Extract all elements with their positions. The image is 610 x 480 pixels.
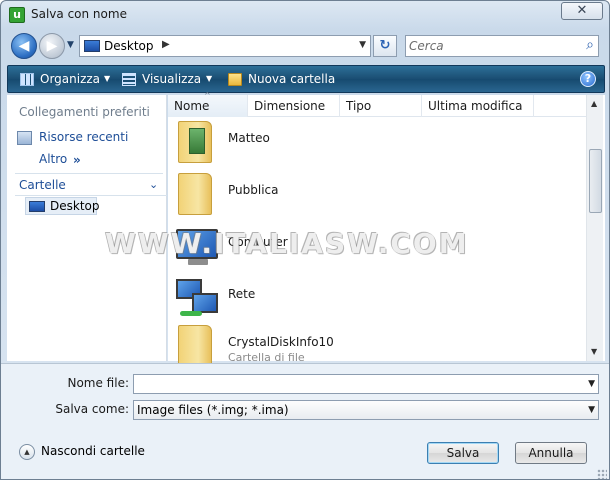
help-icon[interactable]: ? — [580, 71, 596, 87]
sort-ascending-icon: ^ — [204, 91, 211, 100]
desktop-icon — [29, 201, 45, 212]
favorites-heading: Collegamenti preferiti — [19, 105, 150, 119]
savetype-value: Image files (*.img; *.ima) — [137, 403, 289, 417]
sidebar-item-recent[interactable]: Risorse recenti — [39, 130, 128, 144]
watermark: WWW.ITALIASW.COM — [105, 227, 469, 260]
column-label: Nome — [174, 99, 210, 113]
column-size[interactable]: Dimensione — [248, 95, 340, 117]
more-chevron-icon[interactable]: » — [73, 153, 81, 167]
column-header: ^ Nome Dimensione Tipo Ultima modifica — [168, 91, 588, 117]
forward-button[interactable]: ▶ — [39, 33, 65, 59]
organize-dropdown-icon[interactable]: ▼ — [104, 74, 110, 83]
folder-icon — [178, 325, 212, 367]
title-bar: u Salva con nome ✕ — [1, 1, 609, 29]
item-name: Rete — [228, 287, 256, 301]
tree-item-desktop[interactable]: Desktop — [25, 197, 100, 215]
views-dropdown-icon[interactable]: ▼ — [206, 74, 212, 83]
desktop-icon — [84, 40, 100, 52]
scroll-down-icon[interactable]: ▼ — [591, 347, 597, 356]
new-folder-button[interactable]: Nuova cartella — [248, 72, 335, 86]
close-button[interactable]: ✕ — [561, 2, 603, 20]
list-item[interactable]: Pubblica — [174, 171, 574, 221]
divider — [15, 173, 163, 174]
organize-button[interactable]: Organizza — [40, 72, 100, 86]
save-as-dialog: u Salva con nome ✕ ◀ ▶ ▼ Desktop ▶ ▼ ↻ ⌕… — [0, 0, 610, 480]
search-input[interactable] — [409, 38, 573, 54]
views-button[interactable]: Visualizza — [142, 72, 201, 86]
item-name: Pubblica — [228, 183, 279, 197]
history-dropdown-icon[interactable]: ▼ — [67, 40, 74, 50]
filename-dropdown-icon[interactable]: ▼ — [588, 379, 595, 389]
back-button[interactable]: ◀ — [11, 33, 37, 59]
resize-grip[interactable] — [597, 469, 607, 479]
column-type[interactable]: Tipo — [340, 95, 422, 117]
filename-field[interactable]: ▼ — [133, 374, 599, 394]
refresh-button[interactable]: ↻ — [373, 35, 397, 57]
savetype-label: Salva come: — [55, 402, 129, 416]
user-folder-icon — [178, 121, 212, 163]
save-form: Nome file: ▼ Salva come: Image files (*.… — [1, 363, 609, 479]
breadcrumb-desktop[interactable]: Desktop — [104, 39, 154, 53]
search-box[interactable]: ⌕ — [405, 35, 599, 57]
breadcrumb-arrow-icon[interactable]: ▶ — [162, 39, 170, 50]
scroll-thumb[interactable] — [589, 149, 602, 213]
app-icon: u — [9, 7, 25, 23]
save-button[interactable]: Salva — [427, 442, 499, 464]
recent-places-icon — [17, 131, 32, 145]
window-title: Salva con nome — [31, 7, 127, 21]
address-dropdown-icon[interactable]: ▼ — [359, 40, 366, 50]
savetype-dropdown-icon[interactable]: ▼ — [588, 405, 595, 415]
item-name: CrystalDiskInfo10 — [228, 335, 334, 349]
navigation-bar: ◀ ▶ ▼ Desktop ▶ ▼ ↻ ⌕ — [1, 31, 609, 61]
list-item[interactable]: Rete — [174, 275, 574, 325]
chevron-down-icon[interactable]: ⌄ — [149, 178, 158, 191]
filename-label: Nome file: — [67, 376, 129, 390]
organize-icon — [20, 73, 34, 86]
list-item[interactable]: Matteo — [174, 119, 574, 169]
cancel-button[interactable]: Annulla — [515, 442, 587, 464]
filename-input[interactable] — [137, 376, 577, 392]
vertical-scrollbar[interactable]: ▲ ▼ — [586, 95, 603, 361]
tree-item-label: Desktop — [50, 199, 100, 213]
user-photo-icon — [189, 128, 205, 154]
folder-icon — [178, 173, 212, 215]
scroll-up-icon[interactable]: ▲ — [591, 99, 597, 108]
divider — [15, 195, 167, 196]
network-computer-icon — [192, 293, 218, 313]
views-icon — [122, 73, 136, 86]
new-folder-icon — [228, 73, 242, 86]
folders-heading[interactable]: Cartelle — [19, 178, 66, 192]
search-icon[interactable]: ⌕ — [586, 37, 594, 53]
collapse-icon[interactable]: ▲ — [19, 444, 35, 460]
column-name[interactable]: ^ Nome — [168, 91, 248, 117]
hide-folders-label[interactable]: Nascondi cartelle — [41, 444, 145, 458]
column-modified[interactable]: Ultima modifica — [422, 95, 534, 117]
sidebar-item-more[interactable]: Altro — [39, 152, 67, 166]
savetype-select[interactable]: Image files (*.img; *.ima) ▼ — [133, 400, 599, 420]
network-cable-icon — [180, 311, 202, 316]
command-toolbar: Organizza ▼ Visualizza ▼ Nuova cartella … — [7, 65, 605, 93]
item-name: Matteo — [228, 131, 270, 145]
address-bar[interactable]: Desktop ▶ ▼ — [79, 35, 371, 57]
